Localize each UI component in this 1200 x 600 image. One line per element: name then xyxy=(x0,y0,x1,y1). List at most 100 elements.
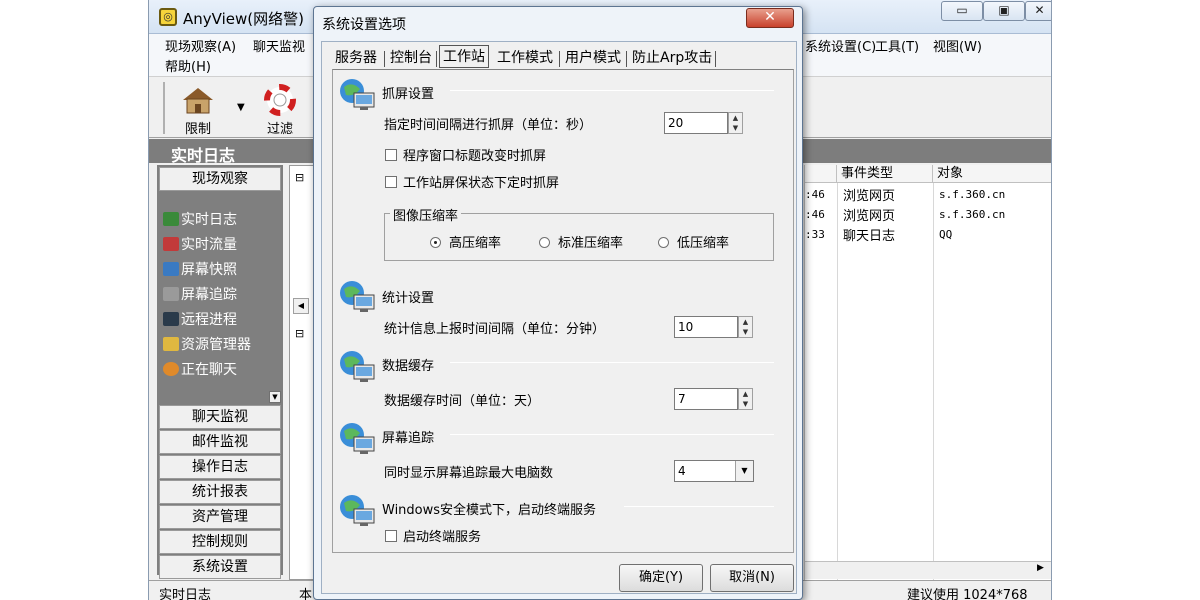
grid-header-type[interactable]: 事件类型 xyxy=(837,165,933,183)
tab-workstation[interactable]: 工作站 xyxy=(439,45,489,68)
spinner-arrows[interactable]: ▲ ▼ xyxy=(728,112,743,134)
menu-settings[interactable]: 系统设置(C) xyxy=(805,36,876,55)
traffic-icon xyxy=(163,237,179,251)
terminal-service-checkbox[interactable]: 启动终端服务 xyxy=(385,526,481,545)
minimize-button[interactable]: ▭ xyxy=(941,1,983,21)
screensaver-checkbox[interactable]: 工作站屏保状态下定时抓屏 xyxy=(385,172,559,191)
tab-separator xyxy=(715,51,716,67)
arrow-down-icon[interactable]: ▼ xyxy=(739,399,752,409)
row1-object: s.f.360.cn xyxy=(939,188,1006,201)
grid-header-time[interactable] xyxy=(805,165,837,183)
arrow-up-icon[interactable]: ▲ xyxy=(739,317,752,327)
monitor-icon xyxy=(163,312,179,326)
sidebar-control-rules[interactable]: 控制规则 xyxy=(159,530,281,554)
log-grid: 事件类型 对象 :46 浏览网页 s.f.360.cn :46 浏览网页 s.f… xyxy=(804,165,1051,580)
arrow-down-icon[interactable]: ▼ xyxy=(739,327,752,337)
sidebar-statistics[interactable]: 统计报表 xyxy=(159,480,281,504)
house-icon[interactable] xyxy=(181,86,215,114)
radio-dot[interactable] xyxy=(430,237,441,248)
tab-separator xyxy=(436,51,437,67)
computer-globe-icon xyxy=(338,279,378,315)
stats-interval-spinner[interactable]: 10 ▲ ▼ xyxy=(674,316,756,338)
spinner-arrows[interactable]: ▲ ▼ xyxy=(738,316,753,338)
radio-dot[interactable] xyxy=(658,237,669,248)
tracking-max-combo[interactable]: 4 ▼ xyxy=(674,460,754,482)
cache-time-input[interactable]: 7 xyxy=(674,388,738,410)
sidebar-scroll-down-icon[interactable]: ▼ xyxy=(269,391,281,403)
menu-chat[interactable]: 聊天监视 xyxy=(253,36,305,55)
capture-interval-label: 指定时间间隔进行抓屏（单位：秒） xyxy=(384,118,593,133)
tab-console[interactable]: 控制台 xyxy=(387,47,435,69)
dialog-title: 系统设置选项 xyxy=(322,17,406,33)
arrow-down-icon[interactable]: ▼ xyxy=(729,123,742,133)
sidebar-chat-monitor[interactable]: 聊天监视 xyxy=(159,405,281,429)
safe-mode-section-line xyxy=(624,506,774,507)
row2-type: 浏览网页 xyxy=(843,209,896,224)
title-change-checkbox[interactable]: 程序窗口标题改变时抓屏 xyxy=(385,145,546,164)
lifebuoy-icon[interactable] xyxy=(263,84,297,116)
cancel-button[interactable]: 取消(N) xyxy=(710,564,794,592)
sidebar-item-realtime-traffic[interactable]: 实时流量 xyxy=(163,234,237,254)
sidebar-assets[interactable]: 资产管理 xyxy=(159,505,281,529)
radio-high[interactable]: 高压缩率 xyxy=(430,232,501,251)
grid-header-object[interactable]: 对象 xyxy=(933,165,1051,183)
stats-section-title: 统计设置 xyxy=(382,291,435,306)
radio-low[interactable]: 低压缩率 xyxy=(658,232,729,251)
scroll-left-icon[interactable]: ◀ xyxy=(293,298,309,314)
tab-server[interactable]: 服务器 xyxy=(332,47,380,69)
grid-hscrollbar[interactable] xyxy=(805,561,1051,579)
tree-collapse-icon-2[interactable]: ⊟ xyxy=(295,327,304,340)
track-icon xyxy=(163,287,179,301)
capture-section-line xyxy=(450,90,774,91)
sidebar-item-remote-process[interactable]: 远程进程 xyxy=(163,309,237,329)
sidebar-item-realtime-log[interactable]: 实时日志 xyxy=(163,209,237,229)
restrict-button[interactable]: 限制 xyxy=(185,118,211,137)
radio-standard[interactable]: 标准压缩率 xyxy=(539,232,623,251)
status-left: 实时日志 xyxy=(159,588,212,600)
sidebar-head[interactable]: 现场观察 xyxy=(159,167,281,191)
row1-time: :46 xyxy=(805,188,825,201)
menu-view[interactable]: 视图(W) xyxy=(933,36,982,55)
checkbox-box[interactable] xyxy=(385,149,397,161)
tracking-max-label: 同时显示屏幕追踪最大电脑数 xyxy=(384,466,554,481)
tab-work-mode[interactable]: 工作模式 xyxy=(494,47,556,69)
sidebar-operation-log[interactable]: 操作日志 xyxy=(159,455,281,479)
sidebar-item-chatting[interactable]: 正在聊天 xyxy=(163,359,237,379)
row3-time: :33 xyxy=(805,228,825,241)
menu-help[interactable]: 帮助(H) xyxy=(165,56,211,75)
ok-button[interactable]: 确定(Y) xyxy=(619,564,703,592)
stats-interval-input[interactable]: 10 xyxy=(674,316,738,338)
dialog-close-button[interactable]: ✕ xyxy=(746,8,794,28)
arrow-up-icon[interactable]: ▲ xyxy=(729,113,742,123)
capture-section-title: 抓屏设置 xyxy=(382,87,435,102)
checkbox-box[interactable] xyxy=(385,530,397,542)
capture-interval-input[interactable]: 20 xyxy=(664,112,728,134)
combo-dropdown-icon[interactable]: ▼ xyxy=(735,461,753,481)
sidebar-mail-monitor[interactable]: 邮件监视 xyxy=(159,430,281,454)
menu-tools[interactable]: 工具(T) xyxy=(875,36,919,55)
maximize-button[interactable]: ▣ xyxy=(983,1,1025,21)
tab-separator xyxy=(626,51,627,67)
sidebar-system-settings[interactable]: 系统设置 xyxy=(159,555,281,579)
sidebar-item-explorer[interactable]: 资源管理器 xyxy=(163,334,251,354)
sidebar-item-screen-track[interactable]: 屏幕追踪 xyxy=(163,284,237,304)
checkbox-box[interactable] xyxy=(385,176,397,188)
toolbar-separator xyxy=(163,82,165,134)
dropdown-arrow-icon[interactable]: ▼ xyxy=(237,102,245,113)
tab-anti-arp[interactable]: 防止Arp攻击 xyxy=(629,47,715,69)
scroll-right-icon[interactable]: ▶ xyxy=(1037,563,1044,573)
cache-time-spinner[interactable]: 7 ▲ ▼ xyxy=(674,388,756,410)
close-button[interactable]: ✕ xyxy=(1025,1,1051,21)
radio-dot[interactable] xyxy=(539,237,550,248)
tree-collapse-icon[interactable]: ⊟ xyxy=(295,171,304,184)
stats-interval-label: 统计信息上报时间间隔（单位：分钟） xyxy=(384,322,606,337)
filter-button[interactable]: 过滤 xyxy=(267,118,293,137)
sidebar-item-screenshot[interactable]: 屏幕快照 xyxy=(163,259,237,279)
spinner-arrows[interactable]: ▲ ▼ xyxy=(738,388,753,410)
tab-user-mode[interactable]: 用户模式 xyxy=(562,47,624,69)
log-icon xyxy=(163,212,179,226)
menu-live[interactable]: 现场观察(A) xyxy=(165,36,236,55)
section-title: 实时日志 xyxy=(171,146,236,165)
arrow-up-icon[interactable]: ▲ xyxy=(739,389,752,399)
capture-interval-spinner[interactable]: 20 ▲ ▼ xyxy=(664,112,746,134)
